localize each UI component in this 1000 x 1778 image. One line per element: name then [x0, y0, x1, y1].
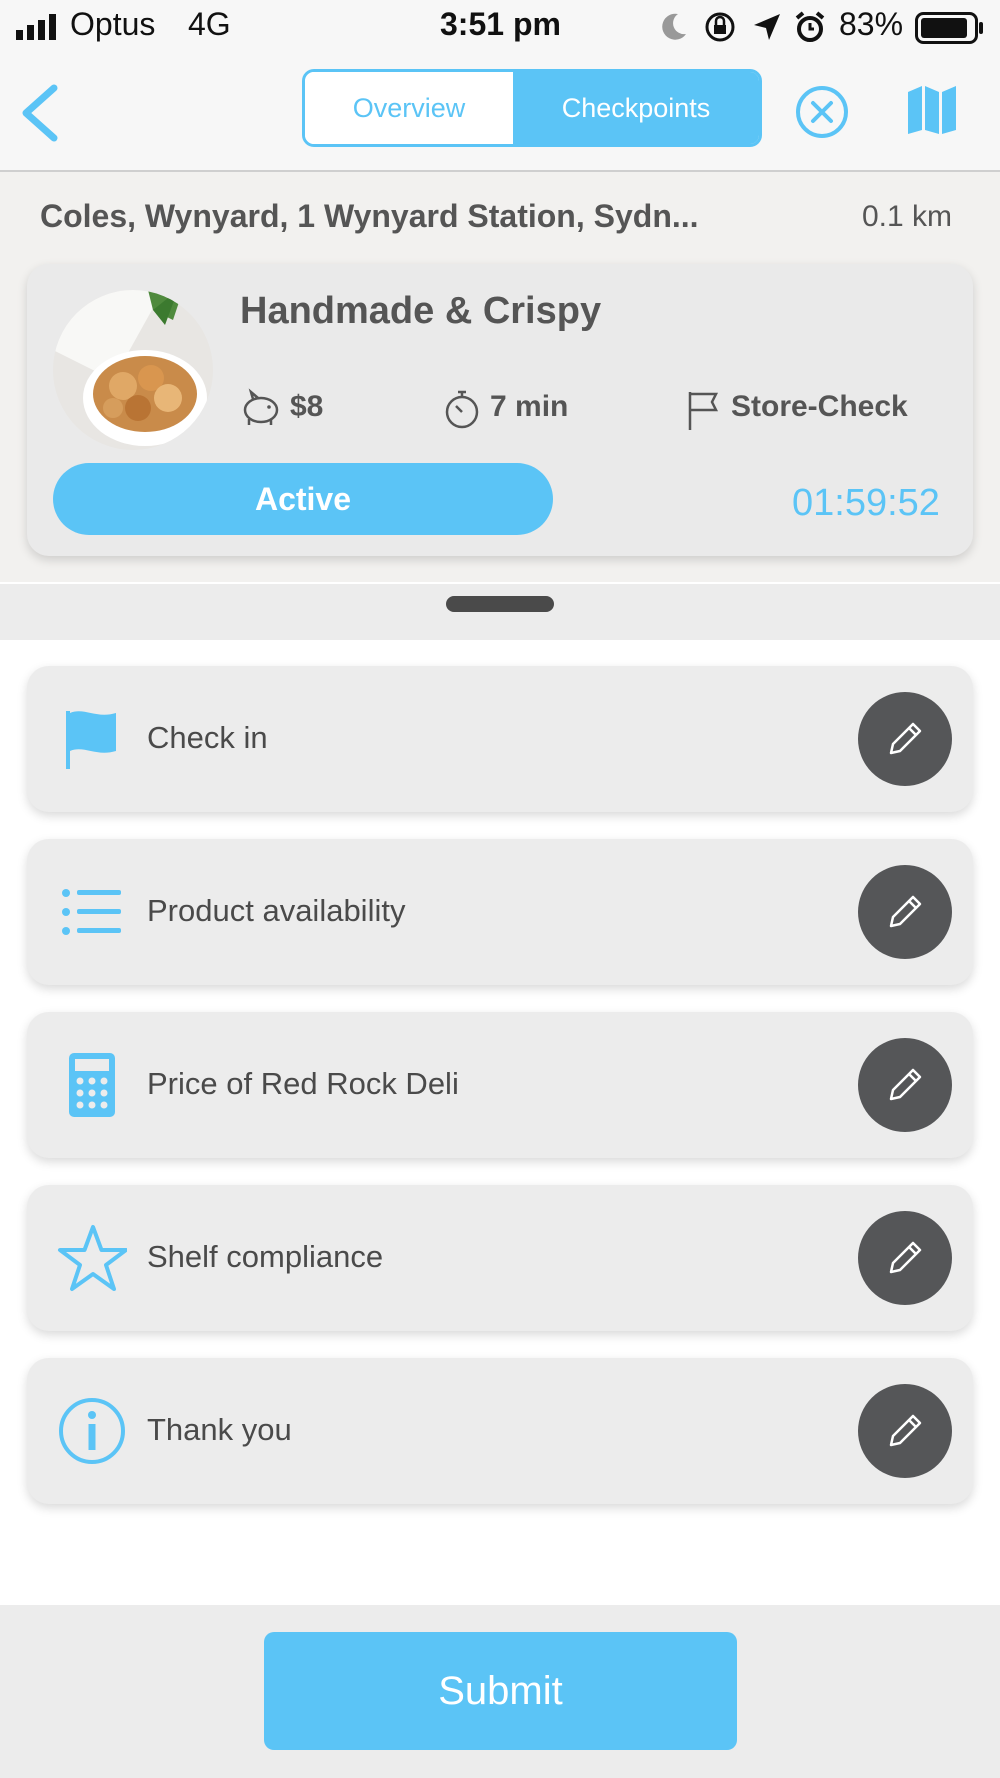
flag-outline-icon	[688, 392, 719, 430]
pencil-icon	[889, 722, 922, 755]
product-photo	[53, 290, 213, 450]
checkpoint-label: Thank you	[147, 1412, 292, 1447]
edit-button[interactable]	[858, 692, 952, 786]
map-icon[interactable]	[906, 84, 958, 136]
pencil-icon	[889, 895, 922, 928]
stopwatch-icon	[445, 390, 479, 429]
segmented-control: Overview Checkpoints	[302, 69, 762, 147]
checkpoint-label: Shelf compliance	[147, 1239, 384, 1274]
reward-label: $8	[290, 390, 324, 423]
active-status-button[interactable]: Active	[53, 463, 553, 535]
pencil-icon	[889, 1241, 922, 1274]
tab-overview[interactable]: Overview	[305, 72, 513, 144]
submit-button[interactable]: Submit	[264, 1632, 737, 1750]
piggy-bank-icon	[243, 388, 279, 425]
info-icon	[57, 1396, 127, 1466]
network-label: 4G	[188, 6, 231, 42]
checkpoint-label: Check in	[147, 720, 268, 755]
store-address: Coles, Wynyard, 1 Wynyard Station, Sydn.…	[40, 198, 699, 234]
edit-button[interactable]	[858, 1211, 952, 1305]
checkpoint-item[interactable]: Check in	[27, 666, 973, 812]
checkpoint-item[interactable]: Shelf compliance	[27, 1185, 973, 1331]
edit-button[interactable]	[858, 1038, 952, 1132]
job-title: Handmade & Crispy	[240, 290, 602, 332]
drawer-handle-area[interactable]	[0, 584, 1000, 640]
pencil-icon	[889, 1414, 922, 1447]
calculator-icon	[57, 1050, 127, 1120]
location-arrow-icon	[754, 14, 780, 40]
alarm-icon	[795, 11, 825, 42]
tab-checkpoints[interactable]: Checkpoints	[513, 72, 759, 144]
checkpoint-item[interactable]: Price of Red Rock Deli	[27, 1012, 973, 1158]
clock-label: 3:51 pm	[440, 6, 561, 42]
carrier-label: Optus	[70, 6, 156, 42]
battery-percent: 83%	[839, 6, 904, 42]
status-bar: Optus 4G 3:51 pm 83%	[0, 0, 1000, 56]
checkpoint-label: Price of Red Rock Deli	[147, 1066, 459, 1101]
signal-icon	[16, 14, 56, 40]
close-circle-icon[interactable]	[794, 84, 850, 140]
countdown-timer: 01:59:52	[792, 482, 940, 524]
edit-button[interactable]	[858, 865, 952, 959]
star-icon	[57, 1223, 127, 1293]
rotation-lock-icon	[705, 12, 735, 42]
edit-button[interactable]	[858, 1384, 952, 1478]
checkpoint-item[interactable]: Product availability	[27, 839, 973, 985]
drag-handle[interactable]	[446, 596, 554, 612]
list-icon	[57, 877, 127, 947]
battery-icon	[915, 12, 983, 44]
job-type-label: Store-Check	[731, 390, 908, 423]
checkpoint-label: Product availability	[147, 893, 406, 928]
distance-label: 0.1 km	[862, 200, 953, 233]
moon-icon	[662, 13, 686, 40]
pencil-icon	[889, 1068, 922, 1101]
back-arrow-icon[interactable]	[14, 82, 64, 144]
flag-icon	[57, 704, 127, 774]
checkpoint-item[interactable]: Thank you	[27, 1358, 973, 1504]
duration-label: 7 min	[490, 390, 569, 423]
